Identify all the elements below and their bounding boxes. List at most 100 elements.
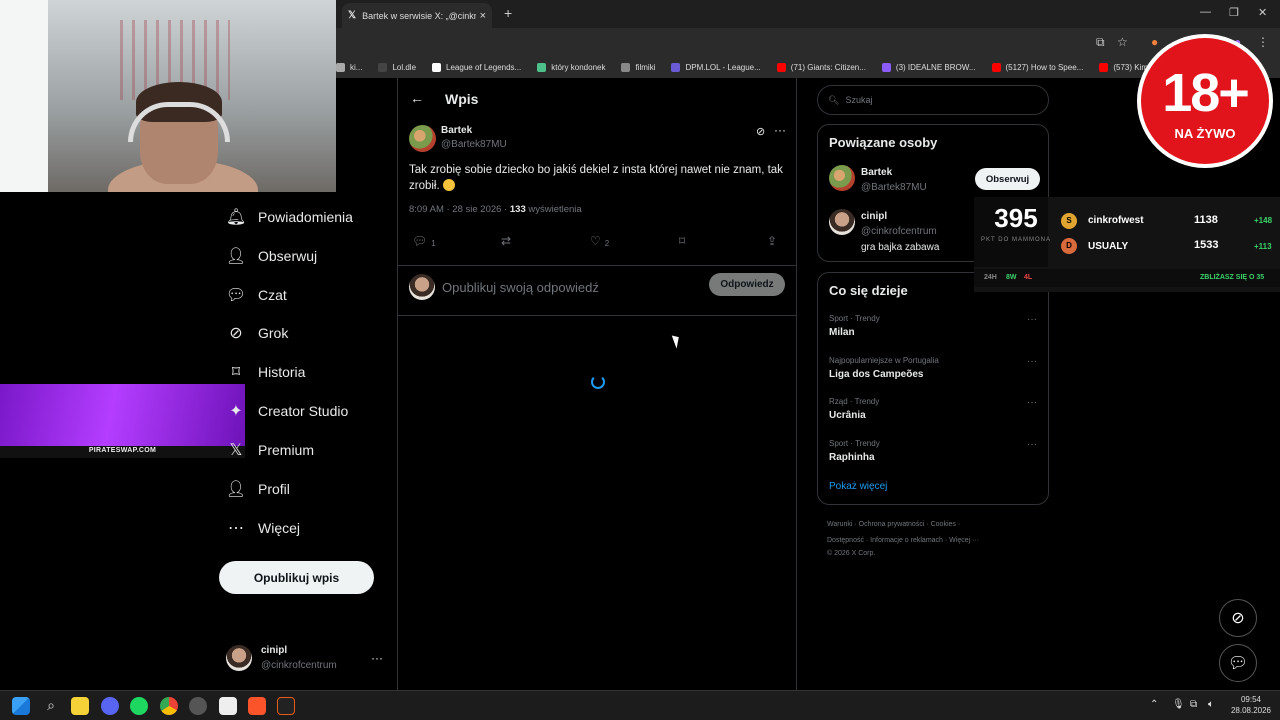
nav-item-label: Historia bbox=[258, 364, 306, 380]
bookmark-item[interactable]: (71) Giants: Citizen... bbox=[776, 62, 866, 72]
notion-icon[interactable] bbox=[219, 697, 237, 715]
discord-icon[interactable] bbox=[101, 697, 119, 715]
like-action[interactable]: ♡ 2 bbox=[590, 234, 609, 248]
account-switcher[interactable]: cinipl @cinkrofcentrum ··· bbox=[226, 641, 386, 677]
tray-chevron-icon[interactable]: ⌃ bbox=[1150, 699, 1158, 710]
page-title: Wpis bbox=[445, 91, 479, 107]
views-label: wyświetlenia bbox=[525, 204, 582, 215]
bookmark-item[interactable]: (3) IDEALNE BROW... bbox=[881, 62, 976, 72]
trend-name[interactable]: Raphinha bbox=[829, 452, 875, 463]
tab-title: Bartek w serwisie X: „@cinkrofc bbox=[362, 10, 476, 21]
bookmark-favicon-icon bbox=[671, 62, 681, 72]
share-action[interactable]: ⇪ bbox=[767, 234, 777, 248]
browser-tab-strip: 𝕏 Bartek w serwisie X: „@cinkrofc × + — … bbox=[336, 0, 1280, 28]
browser-menu-icon[interactable]: ⋮ bbox=[1257, 35, 1269, 49]
start-icon[interactable] bbox=[12, 697, 30, 715]
more-dots-icon[interactable]: ··· bbox=[371, 651, 383, 665]
footer-links[interactable]: Warunki · Ochrona prywatności · Cookies … bbox=[827, 521, 960, 528]
person-handle[interactable]: @cinkrofcentrum bbox=[861, 226, 937, 237]
bookmark-item[interactable]: Lol.dle bbox=[378, 62, 416, 72]
chrome-icon[interactable] bbox=[160, 697, 178, 715]
person-name[interactable]: cinipl bbox=[861, 211, 887, 222]
person-handle[interactable]: @Bartek87MU bbox=[861, 182, 927, 193]
nav-item-powiadomienia[interactable]: 🔔︎ Powiadomienia bbox=[226, 202, 353, 232]
reply-action[interactable]: 💬︎ 1 bbox=[412, 234, 436, 248]
reply-input[interactable] bbox=[442, 277, 692, 297]
author-avatar[interactable] bbox=[409, 125, 436, 152]
loading-spinner bbox=[591, 375, 605, 389]
bookmarks-bar: ki... Lol.dle League of Legends... który ko… bbox=[336, 56, 1280, 78]
account-handle: @cinkrofcentrum bbox=[261, 660, 337, 671]
follow-button[interactable]: Obserwuj bbox=[975, 168, 1040, 190]
tweet-timestamp[interactable]: 8:09 AM · 28 sie 2026 · bbox=[409, 204, 510, 215]
trend-name[interactable]: Milan bbox=[829, 327, 855, 338]
nav-item-grok[interactable]: ⊘ Grok bbox=[226, 318, 288, 348]
bookmark-star-icon[interactable]: ☆ bbox=[1117, 35, 1128, 49]
install-app-icon[interactable]: ⧉ bbox=[1096, 35, 1105, 50]
grok-icon[interactable]: ⊘ bbox=[756, 125, 765, 138]
nav-item-więcej[interactable]: ⋯ Więcej bbox=[226, 513, 300, 543]
person-avatar[interactable] bbox=[829, 209, 855, 235]
bookmark-item[interactable]: filmiki bbox=[621, 62, 655, 72]
bookmark-item[interactable]: DPM.LOL - League... bbox=[671, 62, 761, 72]
bookmark-label: DPM.LOL - League... bbox=[685, 62, 761, 72]
new-tab-icon[interactable]: + bbox=[504, 5, 512, 21]
more-dots-icon[interactable]: ··· bbox=[1027, 439, 1037, 450]
chat-icon: 💬︎ bbox=[225, 287, 247, 304]
taskbar-clock[interactable]: 09:54 28.08.2026 bbox=[1226, 694, 1276, 716]
nav-item-label: Grok bbox=[258, 325, 289, 341]
trend-name[interactable]: Liga dos Campeões bbox=[829, 369, 923, 380]
show-more-link[interactable]: Pokaż więcej bbox=[829, 481, 887, 492]
more-dots-icon[interactable]: ··· bbox=[1027, 397, 1037, 408]
app-icon[interactable] bbox=[277, 697, 295, 715]
footer-links[interactable]: Dostępność · Informacje o reklamach · Wi… bbox=[827, 537, 979, 544]
search-input[interactable] bbox=[845, 95, 1026, 105]
search-icon[interactable]: ⌕ bbox=[42, 697, 60, 715]
restore-icon[interactable]: ❐ bbox=[1229, 6, 1239, 19]
reply-button[interactable]: Odpowiedz bbox=[709, 273, 785, 296]
microphone-icon[interactable]: 🎙︎ bbox=[1172, 699, 1185, 710]
person-avatar[interactable] bbox=[829, 165, 855, 191]
person-bio: gra bajka zabawa bbox=[861, 242, 940, 253]
browser-tab[interactable]: 𝕏 Bartek w serwisie X: „@cinkrofc × bbox=[342, 3, 492, 28]
bookmark-favicon-icon bbox=[991, 62, 1001, 72]
messages-float-icon[interactable]: 💬︎ bbox=[1219, 644, 1257, 682]
more-dots-icon[interactable]: ··· bbox=[774, 123, 786, 137]
brave-icon[interactable] bbox=[248, 697, 266, 715]
search-box[interactable]: 🔍︎ bbox=[817, 85, 1049, 115]
nav-item-premium[interactable]: 𝕏 Premium bbox=[226, 435, 314, 465]
nav-item-obserwuj[interactable]: 👤︎ Obserwuj bbox=[226, 241, 317, 271]
lp-summary-box: 395 PKT DO MAMMONA bbox=[974, 197, 1050, 267]
tab-close-icon[interactable]: × bbox=[480, 10, 486, 22]
post-button[interactable]: Opublikuj wpis bbox=[219, 561, 374, 594]
person-name[interactable]: Bartek bbox=[861, 167, 892, 178]
author-handle[interactable]: @Bartek87MU bbox=[441, 139, 507, 150]
bookmark-item[interactable]: League of Legends... bbox=[432, 62, 521, 72]
window-close-icon[interactable]: ✕ bbox=[1258, 6, 1267, 19]
nav-item-historia[interactable]: ⌑ Historia bbox=[226, 357, 306, 387]
extension-icon[interactable]: ● bbox=[1151, 35, 1158, 49]
nav-item-creator-studio[interactable]: ✦ Creator Studio bbox=[226, 396, 348, 426]
volume-icon[interactable]: 🔈︎ bbox=[1208, 699, 1214, 710]
bookmark-item[interactable]: ki... bbox=[336, 62, 362, 72]
steam-icon[interactable] bbox=[189, 697, 207, 715]
bookmark-item[interactable]: który kondonek bbox=[537, 62, 605, 72]
spotify-icon[interactable] bbox=[130, 697, 148, 715]
more-dots-icon[interactable]: ··· bbox=[1027, 356, 1037, 367]
minimize-icon[interactable]: — bbox=[1200, 6, 1211, 18]
trends-title: Co się dzieje bbox=[829, 283, 908, 298]
sticky-notes-icon[interactable] bbox=[71, 697, 89, 715]
trend-name[interactable]: Ucrânia bbox=[829, 410, 866, 421]
repost-action[interactable]: ⇄ bbox=[501, 234, 511, 248]
nav-item-profil[interactable]: 👤︎ Profil bbox=[226, 474, 290, 504]
bookmark-action[interactable]: ⌑ bbox=[679, 234, 685, 248]
lp-account-points: 1533 bbox=[1194, 239, 1219, 251]
nav-item-czat[interactable]: 💬︎ Czat bbox=[226, 280, 287, 310]
back-arrow-icon[interactable]: ← bbox=[410, 90, 424, 106]
network-icon[interactable]: ⧉ bbox=[1190, 699, 1197, 710]
bookmark-item[interactable]: (5127) How to Spee... bbox=[991, 62, 1083, 72]
lp-bottom-bar: 24H 8W 4L ZBLIŻASZ SIĘ O 35 bbox=[974, 269, 1280, 287]
author-name[interactable]: Bartek bbox=[441, 125, 472, 136]
grok-float-icon[interactable]: ⊘ bbox=[1219, 599, 1257, 637]
more-dots-icon[interactable]: ··· bbox=[1027, 314, 1037, 325]
